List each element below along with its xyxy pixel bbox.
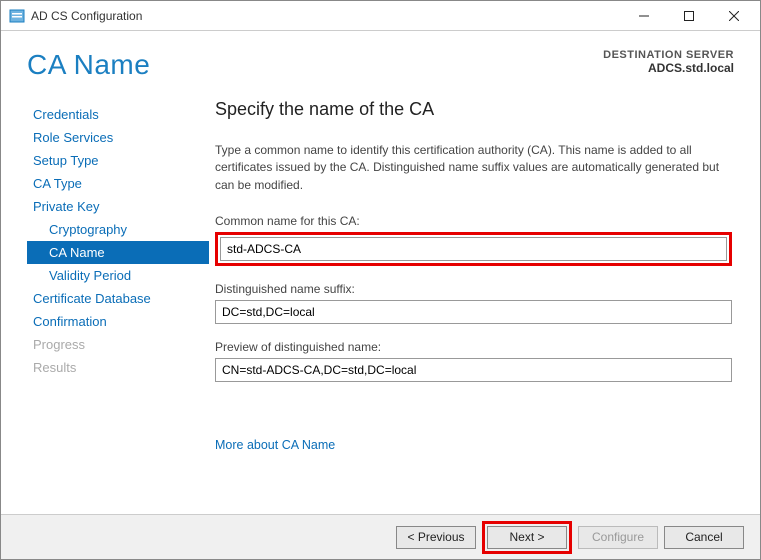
description-text: Type a common name to identify this cert…	[215, 142, 732, 194]
common-name-input[interactable]	[220, 237, 727, 261]
maximize-button[interactable]	[666, 1, 711, 30]
titlebar: AD CS Configuration	[1, 1, 760, 31]
sidebar-item-validity-period[interactable]: Validity Period	[27, 264, 209, 287]
sidebar-item-results: Results	[27, 356, 209, 379]
close-button[interactable]	[711, 1, 756, 30]
common-name-highlight	[215, 232, 732, 266]
cancel-button[interactable]: Cancel	[664, 526, 744, 549]
common-name-label: Common name for this CA:	[215, 214, 732, 228]
dn-suffix-label: Distinguished name suffix:	[215, 282, 732, 296]
page-title: CA Name	[27, 49, 603, 81]
sidebar-item-credentials[interactable]: Credentials	[27, 103, 209, 126]
sidebar-item-cryptography[interactable]: Cryptography	[27, 218, 209, 241]
destination-label: DESTINATION SERVER	[603, 49, 734, 61]
preview-input	[215, 358, 732, 382]
sidebar-item-role-services[interactable]: Role Services	[27, 126, 209, 149]
sidebar-item-confirmation[interactable]: Confirmation	[27, 310, 209, 333]
sidebar-item-private-key[interactable]: Private Key	[27, 195, 209, 218]
sidebar-item-setup-type[interactable]: Setup Type	[27, 149, 209, 172]
sidebar-item-ca-type[interactable]: CA Type	[27, 172, 209, 195]
next-button[interactable]: Next >	[487, 526, 567, 549]
destination-server: ADCS.std.local	[603, 61, 734, 75]
app-icon	[9, 8, 25, 24]
next-button-highlight: Next >	[482, 521, 572, 554]
wizard-sidebar: Credentials Role Services Setup Type CA …	[1, 93, 209, 454]
main-content: Specify the name of the CA Type a common…	[209, 93, 760, 454]
sidebar-item-certificate-database[interactable]: Certificate Database	[27, 287, 209, 310]
more-about-link[interactable]: More about CA Name	[215, 438, 335, 452]
wizard-header: CA Name DESTINATION SERVER ADCS.std.loca…	[1, 31, 760, 93]
window-title: AD CS Configuration	[31, 9, 621, 23]
sidebar-item-ca-name[interactable]: CA Name	[27, 241, 209, 264]
minimize-button[interactable]	[621, 1, 666, 30]
dn-suffix-input[interactable]	[215, 300, 732, 324]
previous-button[interactable]: < Previous	[396, 526, 476, 549]
window-controls	[621, 1, 756, 30]
wizard-footer: < Previous Next > Configure Cancel	[1, 514, 760, 559]
sidebar-item-progress: Progress	[27, 333, 209, 356]
configure-button: Configure	[578, 526, 658, 549]
destination-info: DESTINATION SERVER ADCS.std.local	[603, 49, 734, 75]
main-heading: Specify the name of the CA	[215, 99, 732, 120]
preview-label: Preview of distinguished name:	[215, 340, 732, 354]
